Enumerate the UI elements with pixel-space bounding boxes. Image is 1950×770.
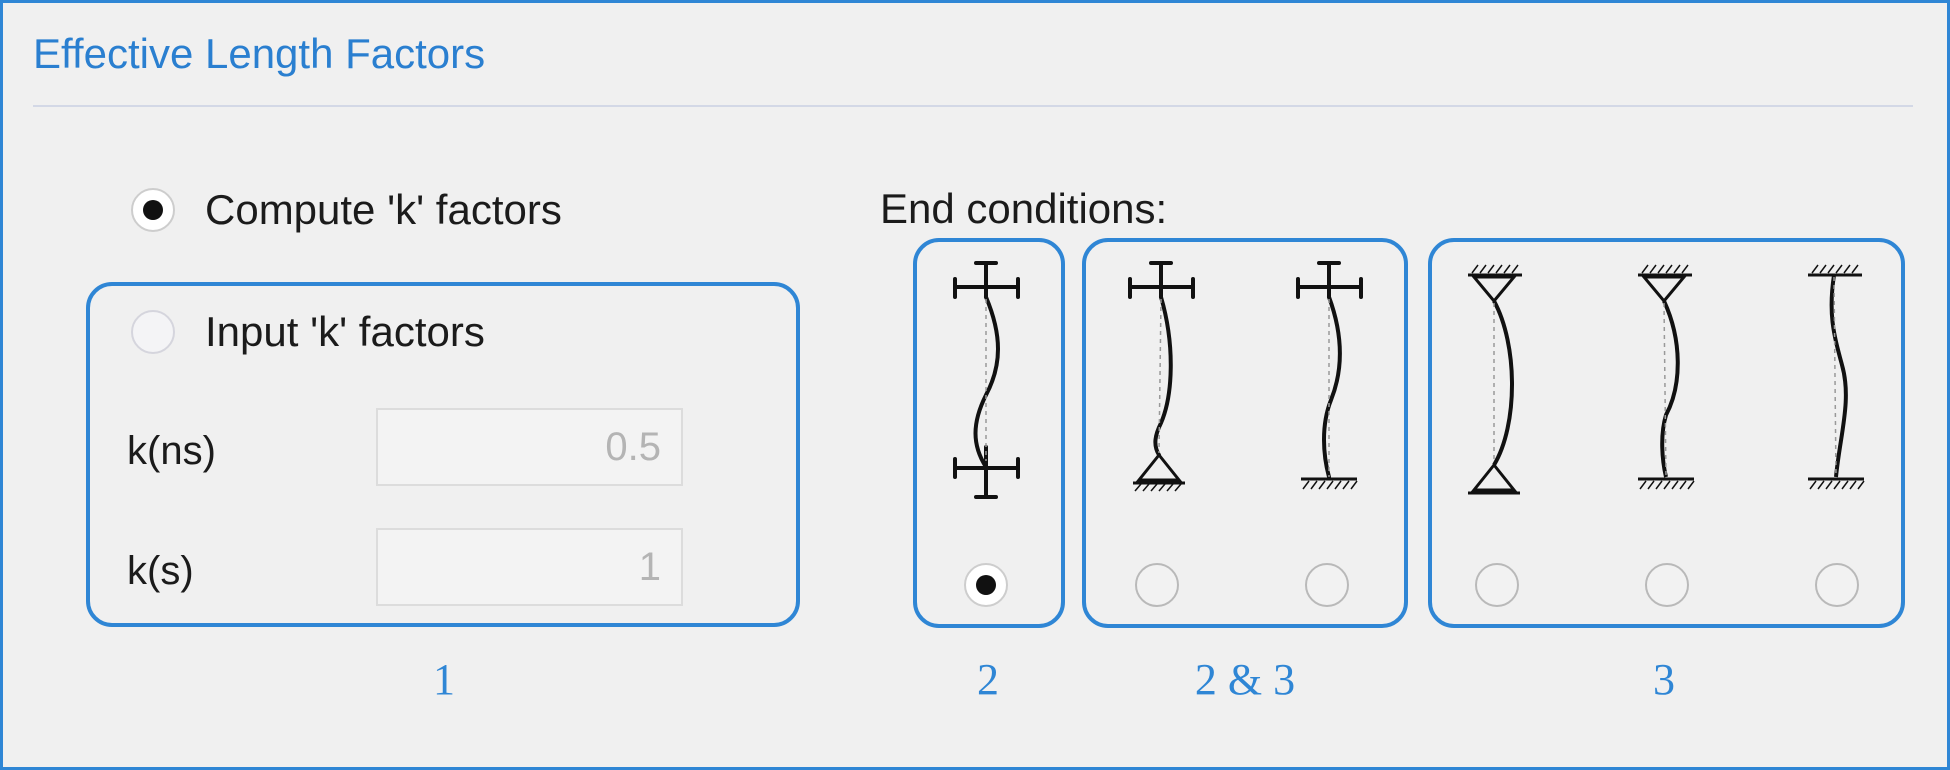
end-condition-radio-3[interactable] <box>1305 563 1349 607</box>
callout-number-2-3: 2 & 3 <box>1194 655 1296 704</box>
input-k-radio[interactable] <box>131 310 175 354</box>
input-k-option[interactable]: Input 'k' factors <box>131 308 485 356</box>
callout-number-3: 3 <box>1653 655 1675 704</box>
end-condition-radio-6[interactable] <box>1815 563 1859 607</box>
end-condition-diagram-5 <box>1638 264 1695 490</box>
end-condition-radio-1[interactable] <box>964 563 1008 607</box>
title-divider <box>33 105 1913 107</box>
end-condition-radio-5[interactable] <box>1645 563 1689 607</box>
compute-k-option[interactable]: Compute 'k' factors <box>131 186 562 234</box>
callout-number-1: 1 <box>433 655 455 704</box>
end-condition-diagram-2 <box>1128 261 1195 492</box>
end-condition-diagram-4 <box>1468 264 1522 495</box>
end-condition-diagram-6 <box>1808 264 1865 490</box>
ks-field[interactable]: 1 <box>376 528 683 606</box>
end-condition-diagram-1 <box>953 261 1020 499</box>
end-condition-radio-4[interactable] <box>1475 563 1519 607</box>
kns-label: k(ns) <box>127 429 216 473</box>
ks-label: k(s) <box>127 549 194 593</box>
end-condition-radio-2[interactable] <box>1135 563 1179 607</box>
kns-field[interactable]: 0.5 <box>376 408 683 486</box>
panel-title: Effective Length Factors <box>33 30 486 77</box>
compute-k-label: Compute 'k' factors <box>205 186 562 233</box>
callout-number-2: 2 <box>977 655 999 704</box>
input-k-label: Input 'k' factors <box>205 308 485 355</box>
compute-k-radio[interactable] <box>131 188 175 232</box>
end-conditions-label: End conditions: <box>880 185 1168 232</box>
end-condition-diagram-3 <box>1296 261 1363 490</box>
